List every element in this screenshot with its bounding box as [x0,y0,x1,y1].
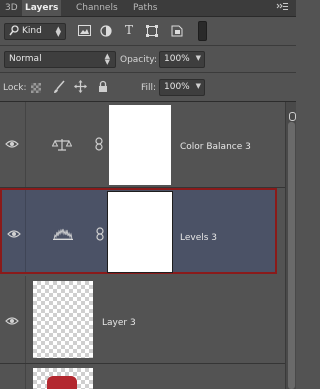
opacity-label: Opacity: [120,55,157,65]
blend-row: Normal ▲ ▼ Opacity: 100% ▼ [0,46,296,73]
chevron-down-icon[interactable]: ▼ [196,54,201,62]
pixel-layer-filter-icon[interactable] [77,25,91,39]
panel-tab-bar: 3D Layers Channels Paths [0,0,296,17]
fill-input[interactable]: 100% ▼ [159,79,205,96]
divider [25,190,26,272]
opacity-value: 100% [164,54,190,64]
panel-menu-icon[interactable] [276,2,288,12]
layers-scrollbar-thumb[interactable] [288,122,295,389]
fill-value: 100% [164,82,190,92]
divider [25,364,26,389]
lock-row: Lock: Fill: 100% ▼ [0,73,296,102]
stepper-down-icon: ▼ [104,58,110,66]
layer-name[interactable]: Layer 3 [102,318,136,328]
scroll-indicator-icon [289,112,296,121]
lock-label: Lock: [3,83,27,93]
tab-3d[interactable]: 3D [5,0,18,16]
filter-toggle-switch[interactable] [198,21,207,41]
filter-row: Kind ▲ ▼ T [0,17,296,46]
lock-position-icon[interactable] [74,80,87,96]
filter-kind-label: Kind [22,26,42,36]
layer-name[interactable]: Color Balance 3 [180,142,251,152]
layer-row-color-balance[interactable]: Color Balance 3 [0,102,296,188]
lock-all-icon[interactable] [98,80,108,96]
adjustment-layer-filter-icon[interactable] [99,25,113,40]
search-icon [9,25,19,39]
layer-thumbnail[interactable] [33,368,93,389]
lock-transparent-pixels-icon[interactable] [31,83,41,93]
layer-row-layer3[interactable]: Layer 3 [0,276,296,364]
fill-label: Fill: [141,83,157,93]
tab-layers[interactable]: Layers [22,0,62,16]
opacity-input[interactable]: 100% ▼ [159,51,205,68]
visibility-eye-icon[interactable] [5,139,19,149]
blend-mode-value: Normal [9,54,42,64]
stepper-arrows-down-icon: ▼ [55,30,61,38]
mask-link-icon[interactable] [95,137,103,154]
blend-mode-select[interactable]: Normal ▲ ▼ [4,51,116,68]
visibility-eye-icon[interactable] [5,316,19,326]
thumbnail-content [47,376,77,389]
tab-channels[interactable]: Channels [76,0,118,16]
type-layer-filter-icon[interactable]: T [122,24,136,36]
layer-row-levels-selected[interactable]: Levels 3 [0,188,277,274]
layer-row-partial[interactable] [0,364,296,389]
divider [25,276,26,363]
filter-kind-select[interactable]: Kind ▲ ▼ [4,23,66,40]
divider [25,102,26,187]
lock-image-pixels-icon[interactable] [53,80,65,97]
layer-mask-thumbnail[interactable] [107,191,173,273]
mask-link-icon[interactable] [96,227,104,244]
scales-icon [51,138,73,155]
chevron-down-icon[interactable]: ▼ [196,82,201,90]
levels-histogram-icon [53,228,73,243]
shape-layer-filter-icon[interactable] [145,25,159,40]
transparent-layer-thumbnail[interactable] [33,281,93,358]
smart-object-filter-icon[interactable] [170,25,184,40]
visibility-eye-icon[interactable] [7,229,21,239]
tab-paths[interactable]: Paths [133,0,157,16]
layer-mask-thumbnail[interactable] [109,105,171,185]
layer-name[interactable]: Levels 3 [180,233,217,243]
